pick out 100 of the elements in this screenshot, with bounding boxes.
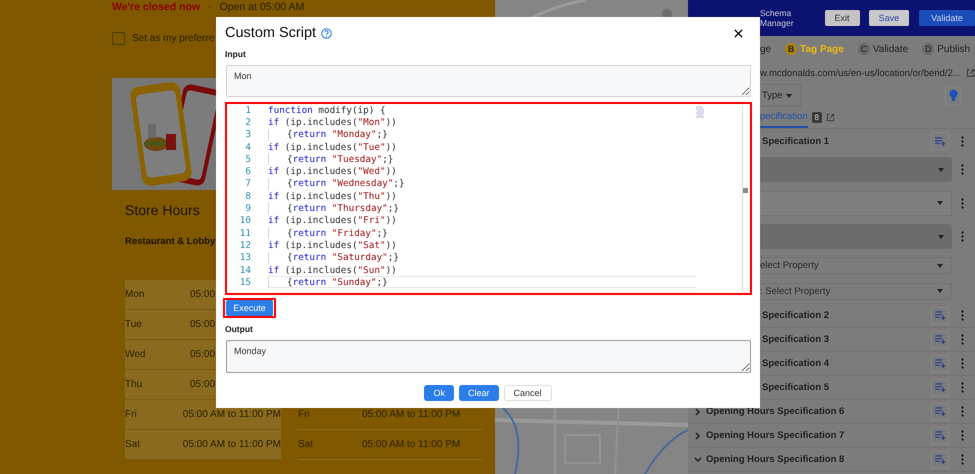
line-number: 11 (238, 228, 251, 239)
more-icon[interactable] (961, 310, 964, 321)
hours-text: 05:00 AM to 11:00 PM (182, 409, 281, 420)
hours-text: 05:00 AM to 11:00 PM (362, 439, 460, 450)
add-list-icon (934, 383, 946, 392)
lightbulb-icon (948, 89, 958, 102)
caret-icon (937, 289, 943, 294)
section-title[interactable]: Opening Hours Specification 7 (706, 430, 931, 441)
field-label: Input (225, 49, 247, 60)
output-field[interactable]: Monday (226, 340, 751, 373)
chevron-down-icon[interactable] (694, 456, 702, 462)
add-list-icon (934, 335, 946, 344)
code-line: if (ip.includes("Wed")) (268, 165, 398, 178)
more-icon[interactable] (961, 358, 964, 369)
page-url: w.mcdonalds.com/us/en-us/location/or/bend/2... (760, 68, 961, 78)
more-icon[interactable] (961, 334, 964, 345)
line-number: 6 (244, 166, 251, 178)
day-label: Wed (125, 349, 146, 360)
select-field[interactable]: : Select Property (760, 282, 952, 300)
day-label: Fri (125, 409, 138, 420)
more-icon[interactable] (961, 136, 964, 146)
more-icon[interactable] (961, 406, 964, 417)
dialog-button[interactable]: Cancel (504, 385, 552, 401)
more-icon[interactable] (961, 231, 964, 242)
add-button[interactable] (931, 132, 949, 150)
section-title[interactable]: Specification 1 (762, 136, 931, 146)
more-icon[interactable] (961, 454, 964, 465)
add-list-icon (934, 359, 946, 368)
more-icon[interactable] (961, 382, 964, 393)
section-title[interactable]: Specification 3 (762, 334, 931, 345)
checkbox[interactable] (112, 32, 125, 44)
more-icon[interactable] (961, 198, 964, 208)
line-number: 2 (244, 116, 251, 128)
line-number: 13 (238, 252, 251, 264)
code-line: if (ip.includes("Fri")) (268, 214, 398, 227)
chevron-right-icon[interactable] (694, 408, 702, 416)
code-line: {return "Sunday";} (268, 276, 697, 288)
closed-status: We're closed now (112, 1, 200, 13)
caret-icon (938, 234, 944, 238)
external-link-icon[interactable] (826, 113, 835, 122)
execute-button[interactable]: Execute (226, 300, 273, 316)
select-field[interactable] (760, 224, 952, 249)
add-button[interactable] (931, 330, 949, 348)
section-title[interactable]: Specification 5 (762, 382, 931, 393)
add-list-icon (934, 136, 946, 146)
header-button[interactable]: Save (868, 10, 910, 26)
help-icon[interactable] (321, 28, 332, 38)
hint-button[interactable] (945, 86, 961, 104)
add-button[interactable] (931, 450, 949, 468)
subsection-title: Restaurant & Lobby (125, 236, 216, 249)
code-line: {return "Thursday";} (286, 202, 400, 215)
line-number: 9 (244, 203, 251, 214)
step-tab[interactable]: D Publish (922, 43, 970, 55)
step-tab[interactable]: C Validate (858, 43, 908, 55)
section-title[interactable]: Opening Hours Specification 6 (706, 406, 931, 417)
validate-button[interactable]: Validate (919, 10, 975, 26)
code-editor[interactable] (225, 102, 752, 295)
add-button[interactable] (931, 378, 949, 396)
section-title[interactable]: Opening Hours Specification 8 (706, 454, 931, 465)
count-badge: 8 (812, 112, 822, 123)
code-line: if (ip.includes("Tue")) (268, 140, 398, 154)
opening-time: Open at 05:00 AM (220, 1, 304, 13)
hours-text: 05:00 (190, 349, 216, 360)
line-number: 7 (244, 178, 251, 190)
line-number: 15 (238, 276, 251, 288)
day-label: Sat (125, 439, 142, 450)
add-button[interactable] (931, 354, 949, 372)
section-title[interactable]: Specification 4 (762, 358, 931, 369)
header-button[interactable]: Exit (824, 10, 860, 26)
minimap-icon (696, 106, 706, 118)
hours-text: 05:00 (190, 379, 216, 390)
external-link-icon[interactable] (966, 68, 975, 78)
add-button[interactable] (931, 306, 949, 324)
select-field[interactable]: elect Property (760, 257, 952, 274)
add-button[interactable] (931, 426, 949, 444)
hours-text: 05:00 (190, 289, 216, 300)
add-list-icon (934, 455, 946, 464)
section-title[interactable]: Specification 2 (762, 310, 931, 321)
line-number: 12 (238, 240, 251, 251)
close-icon[interactable] (734, 28, 743, 38)
add-button[interactable] (931, 402, 949, 420)
code-line: if (ip.includes("Sat")) (268, 239, 398, 252)
more-icon[interactable] (961, 430, 964, 441)
hours-text: 05:00 AM to 11:00 PM (182, 439, 281, 450)
scrollbar[interactable] (742, 106, 748, 292)
select-field[interactable] (760, 157, 952, 182)
step-tab[interactable]: ge (760, 44, 772, 54)
more-icon[interactable] (961, 164, 964, 175)
select-field[interactable] (760, 190, 952, 216)
day-label: Mon (125, 289, 146, 300)
line-number: 14 (238, 264, 251, 276)
step-tab[interactable]: B Tag Page (785, 43, 844, 55)
code-line: {return "Wednesday";} (286, 178, 406, 190)
input-field[interactable]: Mon (226, 65, 751, 97)
day-label: Thu (125, 379, 144, 390)
checkbox-label: Set as my preferre (132, 32, 214, 44)
app-subtitle: Schema Manager (760, 8, 794, 28)
dialog-button[interactable]: Clear (458, 385, 498, 401)
dialog-button[interactable]: Ok (424, 385, 454, 401)
code-line: if (ip.includes("Mon")) (268, 116, 398, 129)
